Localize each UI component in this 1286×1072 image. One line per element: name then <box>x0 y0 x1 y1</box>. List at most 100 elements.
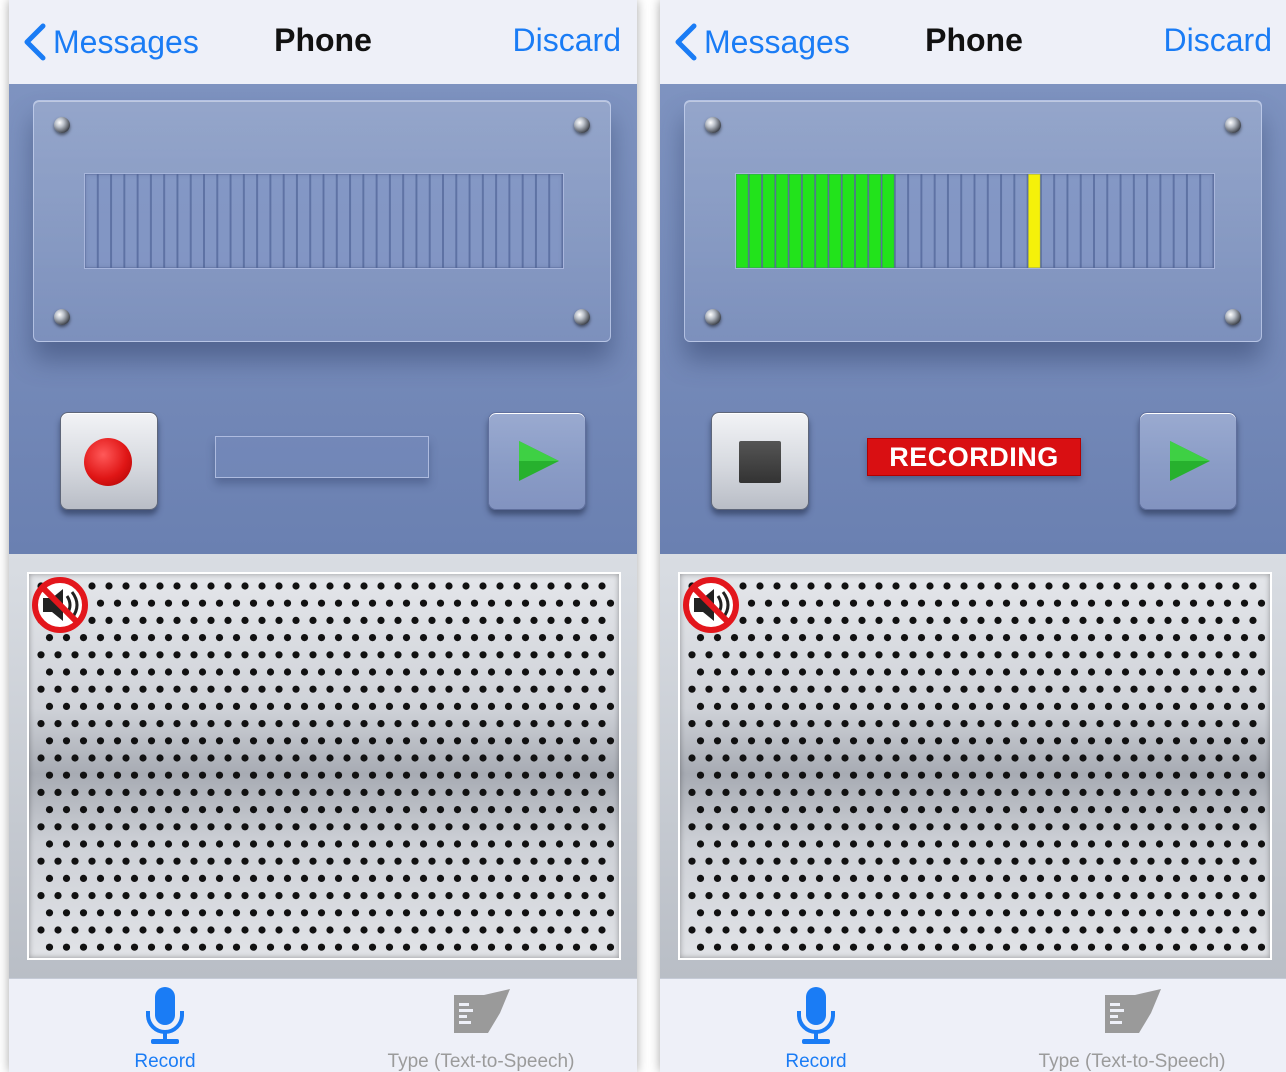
meter-segment <box>296 174 311 268</box>
meter-segment <box>124 174 138 268</box>
meter-segment <box>947 174 962 268</box>
meter-segment-active <box>748 174 763 268</box>
screw-icon <box>705 309 721 325</box>
meter-segment <box>230 174 244 268</box>
meter-segment-active <box>788 174 802 268</box>
meter-segment <box>150 174 165 268</box>
meter-segment <box>443 174 457 268</box>
screw-icon <box>54 117 70 133</box>
chevron-left-icon <box>24 23 46 61</box>
play-button[interactable] <box>488 412 586 510</box>
meter-segment <box>496 174 510 268</box>
navigation-bar: Messages Phone Discard <box>660 0 1286 85</box>
tab-text-to-speech-label: Type (Text-to-Speech) <box>1038 1051 1226 1072</box>
meter-segment-active <box>881 174 895 268</box>
level-meter <box>735 173 1215 269</box>
meter-segment <box>350 174 364 268</box>
meter-segment-active <box>815 174 829 268</box>
meter-segment <box>1040 174 1055 268</box>
meter-segment <box>469 174 483 268</box>
meter-segment <box>509 174 523 268</box>
meter-segment-active <box>736 174 749 268</box>
tab-text-to-speech[interactable]: Type (Text-to-Speech) <box>1012 979 1252 1072</box>
meter-segment <box>429 174 444 268</box>
meter-segment <box>1080 174 1095 268</box>
status-display <box>215 436 429 478</box>
meter-segment <box>1054 174 1068 268</box>
meter-segment <box>389 174 404 268</box>
tab-record[interactable]: Record <box>105 979 225 1072</box>
meter-segment <box>1133 174 1148 268</box>
meter-segment <box>310 174 324 268</box>
meter-segment-active <box>855 174 869 268</box>
back-button[interactable]: Messages <box>21 18 199 66</box>
text-to-speech-icon <box>1105 989 1161 1033</box>
meter-segment <box>270 174 284 268</box>
meter-segment <box>1014 174 1028 268</box>
tab-text-to-speech-label: Type (Text-to-Speech) <box>387 1051 575 1072</box>
meter-segment <box>403 174 417 268</box>
meter-segment <box>961 174 975 268</box>
meter-segment <box>482 174 497 268</box>
screw-icon <box>574 117 590 133</box>
meter-segment <box>376 174 390 268</box>
meter-segment-active <box>762 174 776 268</box>
meter-segment-active <box>775 174 789 268</box>
discard-button[interactable]: Discard <box>1164 22 1272 59</box>
meter-segment <box>217 174 231 268</box>
tab-record[interactable]: Record <box>756 979 876 1072</box>
meter-segment <box>97 174 112 268</box>
meter-segment <box>111 174 125 268</box>
microphone-icon <box>146 987 184 1044</box>
chevron-left-icon <box>675 23 697 61</box>
meter-segment-active <box>801 174 816 268</box>
meter-segment <box>1067 174 1081 268</box>
meter-segment <box>1094 174 1108 268</box>
recorder-panel <box>9 84 637 554</box>
play-icon <box>519 441 559 481</box>
meter-segment <box>416 174 430 268</box>
play-icon <box>1170 441 1210 481</box>
recorder-panel: RECORDING <box>660 84 1286 554</box>
meter-segment <box>177 174 191 268</box>
tab-text-to-speech[interactable]: Type (Text-to-Speech) <box>361 979 601 1072</box>
discard-button[interactable]: Discard <box>513 22 621 59</box>
level-meter <box>84 173 564 269</box>
meter-segment-active <box>828 174 842 268</box>
microphone-icon <box>797 987 835 1044</box>
meter-segment <box>1186 174 1201 268</box>
meter-segment <box>1147 174 1161 268</box>
tab-bar: Record Type (Text-to-Speech) <box>660 978 1286 1072</box>
speaker-muted-icon[interactable] <box>680 574 742 636</box>
meter-segment <box>908 174 922 268</box>
meter-display-plate <box>33 100 611 342</box>
phone-screen-idle: Messages Phone Discard Record Type (Text… <box>9 0 637 1072</box>
meter-segment <box>204 174 218 268</box>
speaker-muted-icon[interactable] <box>29 574 91 636</box>
meter-segment <box>456 174 470 268</box>
meter-segment <box>535 174 550 268</box>
recording-status-badge: RECORDING <box>867 438 1081 476</box>
tab-record-label: Record <box>785 1051 847 1072</box>
speaker-grille <box>678 572 1272 960</box>
back-button[interactable]: Messages <box>672 18 850 66</box>
meter-peak-segment <box>1027 174 1041 268</box>
meter-segment <box>323 174 337 268</box>
meter-display-plate <box>684 100 1262 342</box>
meter-segment <box>1120 174 1134 268</box>
phone-screen-recording: Messages Phone Discard RECORDING Record … <box>660 0 1286 1072</box>
meter-segment <box>934 174 948 268</box>
meter-segment <box>363 174 377 268</box>
screw-icon <box>54 309 70 325</box>
stop-button[interactable] <box>711 412 809 510</box>
meter-segment <box>190 174 205 268</box>
play-button[interactable] <box>1139 412 1237 510</box>
screw-icon <box>574 309 590 325</box>
meter-segment <box>257 174 271 268</box>
tab-record-label: Record <box>134 1051 196 1072</box>
meter-segment <box>243 174 258 268</box>
back-button-label: Messages <box>704 23 850 60</box>
tab-bar: Record Type (Text-to-Speech) <box>9 978 637 1072</box>
record-button[interactable] <box>60 412 158 510</box>
meter-segment <box>1200 174 1214 268</box>
